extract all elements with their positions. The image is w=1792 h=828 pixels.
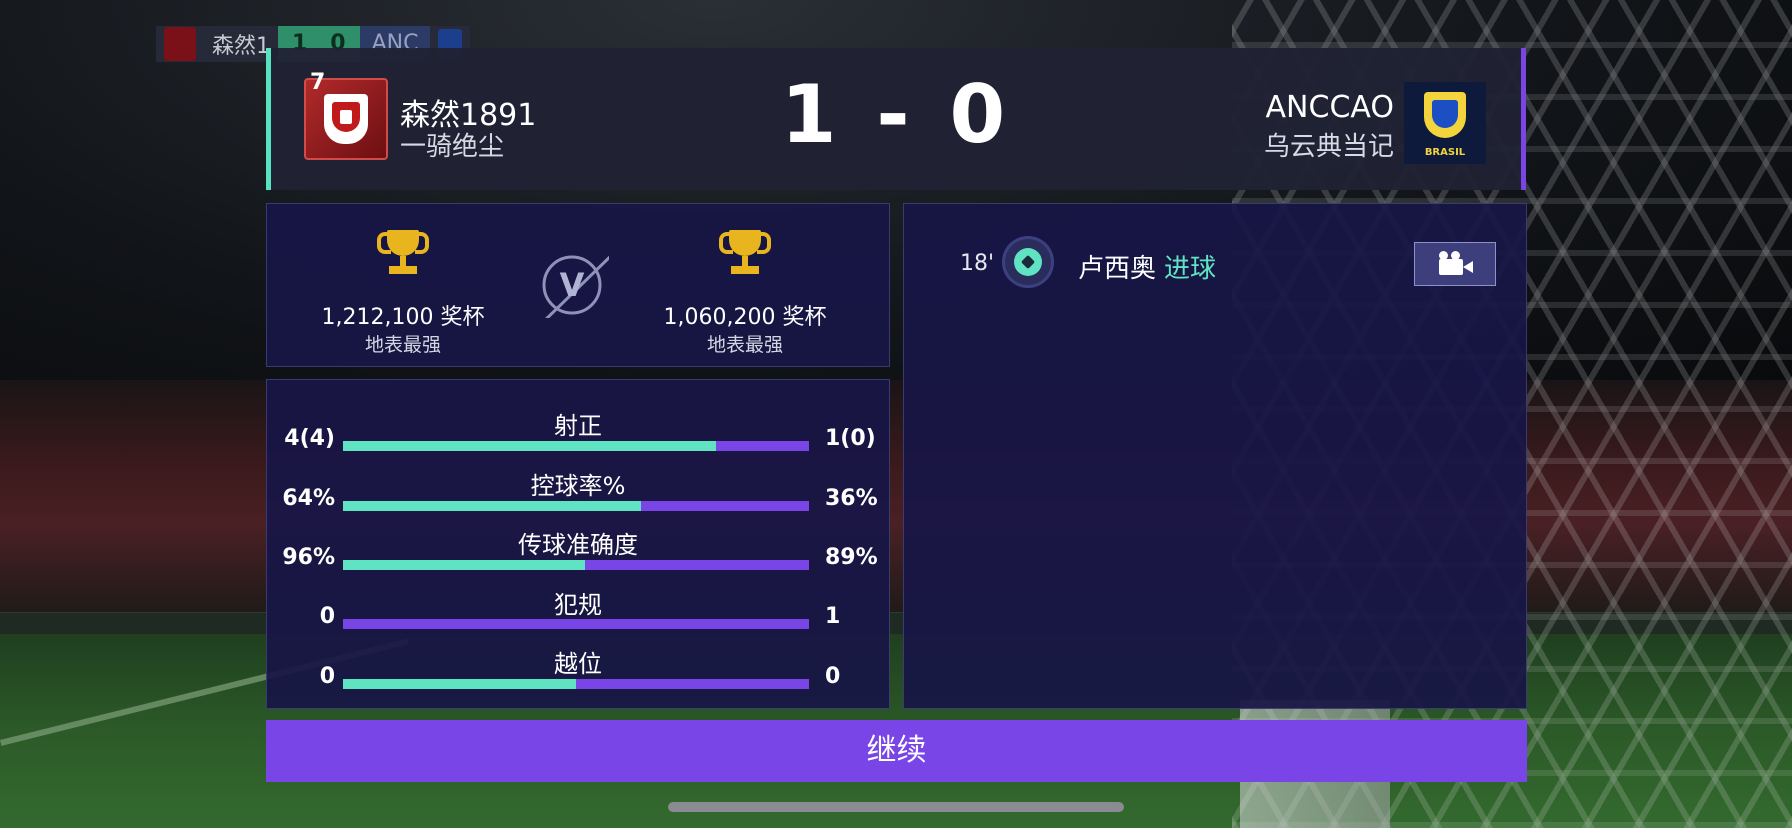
stat-home-value: 64% [282,486,335,511]
away-trophy-count: 1,060,200 奖杯 [663,305,827,330]
home-trophy-title: 地表最强 [364,334,441,356]
trophy-icon [717,228,773,278]
stat-away-value: 89% [825,545,878,570]
stat-label: 传球准确度 [518,531,638,559]
home-crest-small-icon [164,27,196,61]
stat-label: 控球率% [530,472,626,500]
stat-bar [343,560,809,570]
versus-icon: V [542,255,609,318]
stat-away-value: 36% [825,486,878,511]
away-team-name: ANCCAO [1265,90,1394,125]
match-header: 7 森然1891 一骑绝尘 1 - 0 ANCCAO 乌云典当记 BRASIL [266,48,1526,190]
away-crest-icon[interactable]: BRASIL [1404,82,1486,164]
home-trophy-count: 1,212,100 奖杯 [321,305,485,330]
stat-away-value: 0 [825,664,841,689]
stat-label: 越位 [554,650,602,678]
stat-bar [343,619,809,629]
goal-ball-icon [1002,236,1054,288]
stat-bar [343,441,809,451]
away-team-subtitle: 乌云典当记 [1263,132,1394,162]
match-stats-panel: 射正 4(4) 1(0) 控球率% 64% 36% 传球准确度 96% 89% … [266,379,890,709]
stat-home-value: 0 [319,604,335,629]
stat-bar [343,679,809,689]
match-events-panel: 18' 卢西奥 进球 [903,203,1527,709]
stat-label: 射正 [554,412,602,440]
stat-home-value: 4(4) [284,426,335,451]
away-crest-label: BRASIL [1424,147,1466,158]
stat-label: 犯规 [554,591,602,619]
home-indicator-bar[interactable] [668,802,1124,812]
trophy-panel: 1,212,100 奖杯 地表最强 V 1,060,200 奖杯 地表最强 [266,203,890,367]
replay-video-button[interactable] [1414,242,1496,286]
event-description: 卢西奥 进球 [1078,248,1216,285]
video-camera-icon [1439,259,1463,275]
stat-bar [343,501,809,511]
svg-text:V: V [560,266,585,304]
event-type: 进球 [1164,254,1217,284]
event-minute: 18' [960,251,995,276]
stat-home-value: 0 [319,664,335,689]
trophy-icon [375,228,431,278]
continue-button[interactable]: 继续 [266,720,1527,782]
event-player-name: 卢西奥 [1078,254,1157,284]
away-trophy-title: 地表最强 [706,334,783,356]
stat-away-value: 1(0) [825,426,876,451]
stat-away-value: 1 [825,604,841,629]
stat-home-value: 96% [282,545,335,570]
